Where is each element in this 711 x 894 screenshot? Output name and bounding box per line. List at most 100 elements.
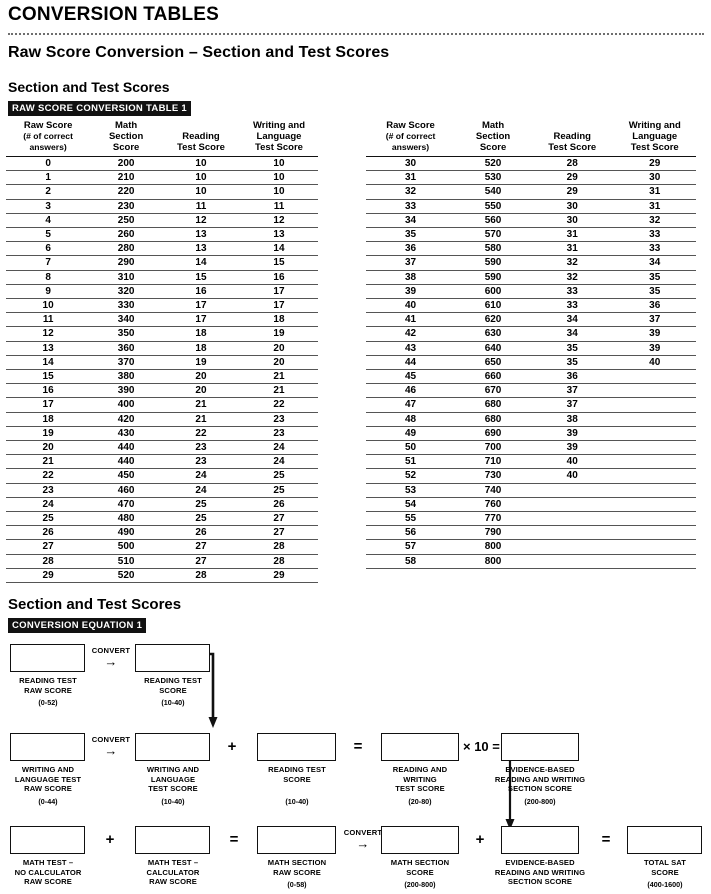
table-cell: 340 [90, 312, 162, 328]
table-row: 22 450 24 25 [6, 468, 318, 484]
table-cell: 520 [90, 568, 162, 584]
table-row: 6 280 13 14 [6, 241, 318, 257]
box-math-section-raw-score[interactable] [257, 826, 336, 854]
table-cell: 740 [455, 483, 531, 498]
table-row: 37 590 32 34 [366, 255, 696, 271]
box-total-sat-score[interactable] [627, 826, 702, 854]
table-cell: 14 [239, 241, 318, 257]
table-cell: 38 [366, 270, 456, 285]
table-cell: 27 [239, 511, 318, 527]
table-row: 8 310 15 16 [6, 270, 318, 285]
convert-operator-writing: CONVERT → [88, 735, 134, 757]
table-row: 14 370 19 20 [6, 355, 318, 371]
box-ebrw-section-score[interactable] [501, 733, 579, 761]
table-cell: 55 [366, 511, 456, 527]
table-row: 4 250 12 12 [6, 213, 318, 229]
table-cell: 52 [366, 468, 456, 484]
table-row: 52 730 40 [366, 468, 696, 484]
table-cell: 22 [161, 426, 240, 442]
table-cell [613, 483, 696, 498]
box-reading-test-score-2[interactable] [257, 733, 336, 761]
table-row: 54 760 [366, 497, 696, 513]
table-cell: 21 [239, 383, 318, 399]
table-row: 58 800 [366, 554, 696, 569]
convert-arrow-icon: → [104, 654, 118, 669]
table-row: 47 680 37 [366, 397, 696, 413]
table-cell: 1 [6, 170, 91, 186]
column-header-raw-score: Raw Score (# of correct answers) [6, 120, 91, 157]
range-reading-test-raw-score: (0-52) [38, 698, 58, 707]
table-cell: 700 [455, 440, 531, 456]
table-cell: 10 [239, 170, 318, 186]
table-cell: 200 [90, 156, 162, 172]
table-cell: 12 [239, 213, 318, 229]
table-row: 42 630 34 39 [366, 326, 696, 342]
range-ebrw-section-score: (200-800) [524, 797, 556, 806]
table-cell: 12 [6, 326, 91, 342]
box-math-section-score[interactable] [381, 826, 459, 854]
convert-operator-math: CONVERT → [340, 828, 386, 851]
table-cell: 28 [239, 554, 318, 569]
table-cell: 440 [90, 454, 162, 470]
range-total-sat-score: (400-1600) [647, 880, 683, 889]
box-ebrw-section-score-2[interactable] [501, 826, 579, 854]
table-cell: 37 [530, 383, 614, 399]
box-writing-language-test-score[interactable] [135, 733, 210, 761]
divider [8, 33, 704, 35]
table-cell: 380 [90, 369, 162, 385]
table-row: 51 710 40 [366, 454, 696, 470]
table-cell: 40 [613, 355, 696, 371]
label-writing-language-test-score: WRITING AND LANGUAGE TEST SCORE [146, 765, 200, 794]
table-cell: 41 [366, 312, 456, 328]
table-cell: 23 [6, 483, 91, 498]
table-cell: 31 [530, 241, 614, 257]
table-cell: 560 [455, 213, 531, 229]
box-reading-test-raw-score[interactable] [10, 644, 85, 672]
table-row: 53 740 [366, 483, 696, 498]
table-cell: 32 [613, 213, 696, 229]
table-header-row: Raw Score (# of correct answers) Math Se… [366, 120, 696, 157]
label-reading-test-score: READING TEST SCORE [144, 676, 202, 695]
table-cell: 40 [530, 468, 614, 484]
table-row: 36 580 31 33 [366, 241, 696, 257]
table-cell: 260 [90, 227, 162, 243]
table-cell: 31 [613, 199, 696, 214]
table-cell: 29 [6, 568, 91, 584]
box-reading-writing-test-score[interactable] [381, 733, 459, 761]
table-cell: 6 [6, 241, 91, 257]
label-reading-test-raw-score: READING TEST RAW SCORE [19, 676, 77, 695]
table-cell: 15 [6, 369, 91, 385]
table-row: 26 490 26 27 [6, 525, 318, 541]
table-cell: 10 [239, 156, 318, 172]
table-cell: 36 [613, 298, 696, 314]
table-cell: 25 [161, 497, 240, 513]
table-cell: 38 [530, 412, 614, 427]
table-cell: 35 [366, 227, 456, 243]
convert-arrow-icon: → [356, 836, 370, 851]
table-cell: 46 [366, 383, 456, 399]
table-row: 44 650 35 40 [366, 355, 696, 371]
table-row: 32 540 29 31 [366, 184, 696, 200]
table-cell: 600 [455, 284, 531, 300]
table-cell: 10 [161, 184, 240, 200]
table-cell [613, 369, 696, 385]
table-cell: 35 [613, 270, 696, 285]
label-math-section-score: MATH SECTION SCORE [390, 858, 450, 877]
table-cell: 19 [6, 426, 91, 442]
table-row: 45 660 36 [366, 369, 696, 385]
table-cell: 510 [90, 554, 162, 569]
table-cell: 37 [530, 397, 614, 413]
conversion-table-right: Raw Score (# of correct answers) Math Se… [366, 120, 696, 569]
table-cell: 20 [161, 383, 240, 399]
table-cell: 4 [6, 213, 91, 229]
table-cell: 26 [6, 525, 91, 541]
table-cell: 24 [239, 454, 318, 470]
box-reading-test-score[interactable] [135, 644, 210, 672]
box-math-calculator-raw-score[interactable] [135, 826, 210, 854]
box-writing-language-raw-score[interactable] [10, 733, 85, 761]
box-math-no-calculator-raw-score[interactable] [10, 826, 85, 854]
table-cell: 610 [455, 298, 531, 314]
table-cell: 33 [366, 199, 456, 214]
table-cell: 34 [530, 312, 614, 328]
table-cell: 440 [90, 440, 162, 456]
